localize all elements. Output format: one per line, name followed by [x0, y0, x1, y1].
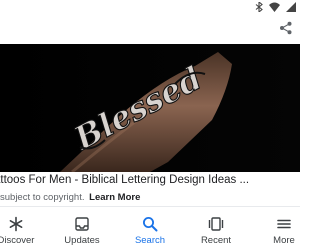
nav-more[interactable]: More	[256, 215, 312, 250]
share-button[interactable]	[276, 20, 296, 40]
asterisk-icon	[0, 215, 44, 233]
nav-more-label: More	[273, 235, 295, 246]
nav-updates[interactable]: Updates	[54, 215, 110, 250]
bottom-navigation: Discover Updates Search Recent More	[0, 206, 300, 250]
learn-more-link[interactable]: Learn More	[89, 192, 140, 203]
nav-search-label: Search	[134, 235, 166, 246]
copyright-notice: subject to copyright. Learn More	[0, 191, 300, 205]
search-icon	[122, 215, 178, 233]
top-bar	[0, 16, 300, 44]
status-icons	[255, 2, 296, 12]
nav-search[interactable]: Search	[122, 215, 178, 250]
signal-icon	[286, 2, 296, 12]
more-icon	[256, 215, 312, 233]
nav-discover[interactable]: Discover	[0, 215, 44, 250]
nav-recent-label: Recent	[200, 235, 232, 246]
nav-recent[interactable]: Recent	[188, 215, 244, 250]
nav-discover-label: Discover	[0, 235, 35, 246]
result-image[interactable]: Blessed	[0, 44, 300, 172]
tattoo-photo: Blessed	[0, 44, 300, 172]
result-title[interactable]: attoos For Men - Biblical Lettering Desi…	[0, 172, 300, 188]
updates-icon	[54, 215, 110, 233]
wifi-icon	[269, 2, 280, 12]
status-bar	[0, 0, 300, 16]
recent-tabs-icon	[188, 215, 244, 233]
copyright-text: subject to copyright.	[0, 192, 85, 203]
bluetooth-icon	[255, 2, 263, 12]
nav-updates-label: Updates	[64, 235, 100, 246]
share-icon	[279, 21, 293, 40]
